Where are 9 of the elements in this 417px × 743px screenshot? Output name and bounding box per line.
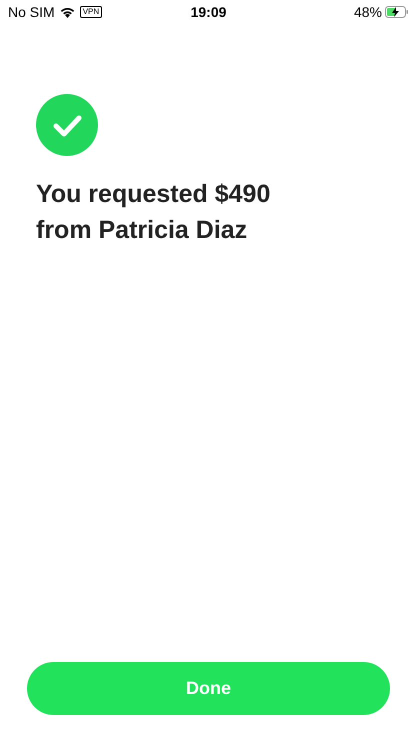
confirmation-title: You requested $490 from Patricia Diaz xyxy=(36,179,272,246)
battery-percent: 48% xyxy=(354,2,382,22)
carrier-text: No SIM xyxy=(8,2,55,22)
vpn-badge: VPN xyxy=(80,6,102,18)
wifi-icon xyxy=(60,6,75,18)
clock-time: 19:09 xyxy=(190,2,226,22)
done-button[interactable]: Done xyxy=(27,662,390,715)
battery-charging-icon xyxy=(385,6,409,18)
checkmark-icon xyxy=(36,94,98,156)
